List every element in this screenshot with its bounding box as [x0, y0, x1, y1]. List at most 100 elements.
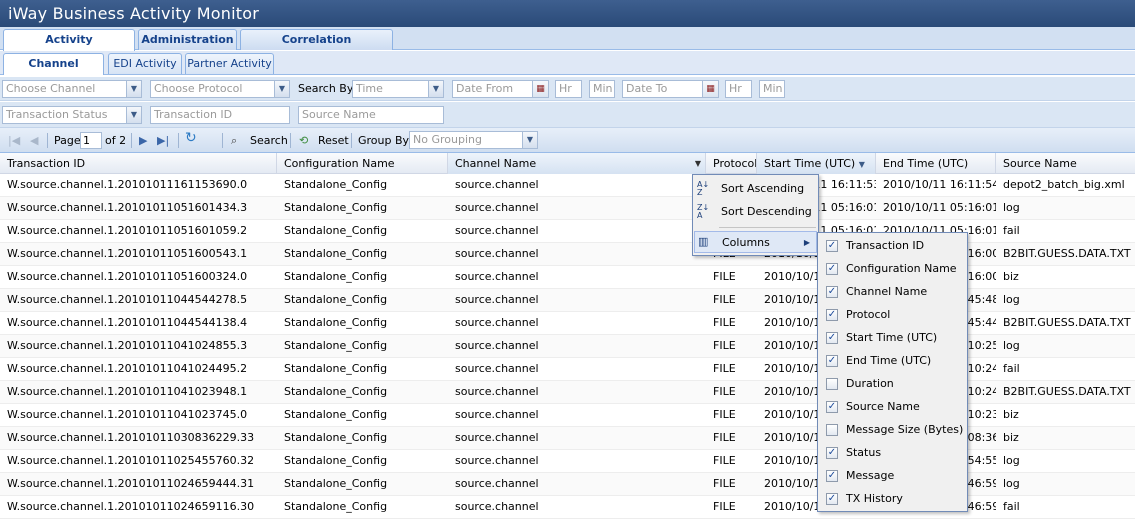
- chevron-down-icon[interactable]: ▼: [126, 107, 141, 123]
- column-header-channel-name[interactable]: Channel Name ▼: [448, 153, 706, 174]
- cell-transaction-id: W.source.channel.1.20101011161153690.0: [7, 178, 248, 191]
- tab-edi-activity[interactable]: EDI Activity: [108, 53, 182, 74]
- protocol-combo[interactable]: Choose Protocol ▼: [150, 80, 290, 98]
- column-menu-trigger-icon[interactable]: ▼: [695, 153, 701, 174]
- column-toggle-item[interactable]: ✓ Protocol: [818, 304, 967, 326]
- checkbox-checked-icon[interactable]: ✓: [826, 355, 838, 367]
- cell-transaction-id: W.source.channel.1.20101011030836229.33: [7, 431, 255, 444]
- column-toggle-item[interactable]: ✓ Configuration Name: [818, 258, 967, 280]
- date-from-field[interactable]: Date From ▦: [452, 80, 549, 98]
- transaction-status-combo[interactable]: Transaction Status ▼: [2, 106, 142, 124]
- first-page-icon[interactable]: |◀: [8, 132, 20, 149]
- cell-protocol: FILE: [713, 385, 736, 398]
- source-name-field[interactable]: Source Name: [298, 106, 444, 124]
- cell-transaction-id: W.source.channel.1.20101011051600543.1: [7, 247, 248, 260]
- refresh-icon[interactable]: ↻: [185, 130, 197, 147]
- column-toggle-item[interactable]: ✓ End Time (UTC): [818, 350, 967, 372]
- column-toggle-item[interactable]: ✓ Transaction ID: [818, 235, 967, 257]
- to-minute-field[interactable]: Min: [759, 80, 785, 98]
- column-header-start-time[interactable]: Start Time (UTC) ▼: [757, 153, 876, 174]
- binoculars-icon[interactable]: ⌕: [231, 132, 237, 149]
- toolbar-separator: [290, 133, 291, 148]
- tab-channel-activity[interactable]: Channel Activity: [3, 53, 104, 89]
- min-placeholder: Min: [593, 82, 613, 95]
- checkbox-checked-icon[interactable]: ✓: [826, 493, 838, 505]
- cell-channel-name: source.channel: [455, 247, 539, 260]
- column-toggle-item[interactable]: ✓ Source Name: [818, 396, 967, 418]
- chevron-down-icon[interactable]: ▼: [274, 81, 289, 97]
- cell-channel-name: source.channel: [455, 201, 539, 214]
- toolbar-separator: [351, 133, 352, 148]
- checkbox-checked-icon[interactable]: ✓: [826, 447, 838, 459]
- group-by-combo[interactable]: No Grouping ▼: [409, 131, 538, 149]
- checkbox-unchecked-icon[interactable]: [826, 424, 838, 436]
- reset-icon[interactable]: ⟲: [299, 132, 308, 149]
- column-toggle-item[interactable]: ✓ Status: [818, 442, 967, 464]
- date-to-field[interactable]: Date To ▦: [622, 80, 719, 98]
- tab-administration[interactable]: Administration: [138, 29, 237, 50]
- last-page-icon[interactable]: ▶|: [157, 132, 169, 149]
- group-by-label: Group By: [358, 134, 410, 147]
- column-toggle-item[interactable]: ✓ TX History: [818, 488, 967, 510]
- checkbox-checked-icon[interactable]: ✓: [826, 401, 838, 413]
- column-toggle-item[interactable]: ✓ Channel Name: [818, 281, 967, 303]
- from-hour-field[interactable]: Hr: [555, 80, 582, 98]
- cell-channel-name: source.channel: [455, 293, 539, 306]
- tab-partner-activity[interactable]: Partner Activity: [185, 53, 274, 74]
- calendar-icon[interactable]: ▦: [532, 81, 548, 97]
- column-header-configuration-name[interactable]: Configuration Name: [277, 153, 448, 174]
- search-by-combo[interactable]: Time ▼: [352, 80, 444, 98]
- cell-transaction-id: W.source.channel.1.20101011051601434.3: [7, 201, 248, 214]
- sort-descending-item[interactable]: Z↓ A Sort Descending: [693, 201, 818, 223]
- sort-descending-label: Sort Descending: [721, 205, 812, 218]
- checkbox-checked-icon[interactable]: ✓: [826, 240, 838, 252]
- transaction-id-field[interactable]: Transaction ID: [150, 106, 290, 124]
- column-toggle-label: Message: [846, 469, 895, 482]
- cell-source-name: biz: [1003, 270, 1019, 283]
- checkbox-checked-icon[interactable]: ✓: [826, 286, 838, 298]
- checkbox-checked-icon[interactable]: ✓: [826, 263, 838, 275]
- cell-transaction-id: W.source.channel.1.20101011024659444.31: [7, 477, 255, 490]
- columns-item[interactable]: ▥ Columns ▶: [694, 231, 817, 253]
- from-minute-field[interactable]: Min: [589, 80, 615, 98]
- column-header-source-name[interactable]: Source Name: [996, 153, 1135, 174]
- prev-page-icon[interactable]: ◀: [30, 132, 38, 149]
- tab-correlation-management[interactable]: Correlation Management: [240, 29, 393, 65]
- sub-tab-strip: Channel Activity EDI Activity Partner Ac…: [0, 51, 1135, 89]
- page-number-input[interactable]: 1: [80, 132, 102, 149]
- cell-configuration-name: Standalone_Config: [284, 339, 388, 352]
- next-page-icon[interactable]: ▶: [139, 132, 147, 149]
- cell-source-name: log: [1003, 201, 1020, 214]
- checkbox-checked-icon[interactable]: ✓: [826, 332, 838, 344]
- checkbox-checked-icon[interactable]: ✓: [826, 309, 838, 321]
- checkbox-unchecked-icon[interactable]: [826, 378, 838, 390]
- column-toggle-item[interactable]: ✓ Start Time (UTC): [818, 327, 967, 349]
- calendar-icon[interactable]: ▦: [702, 81, 718, 97]
- tab-activity-management[interactable]: Activity Management: [3, 29, 135, 65]
- chevron-down-icon[interactable]: ▼: [126, 81, 141, 97]
- column-header-channel-name-label: Channel Name: [455, 157, 537, 170]
- toolbar-separator: [222, 133, 223, 148]
- cell-transaction-id: W.source.channel.1.20101011025455760.32: [7, 454, 255, 467]
- table-row[interactable]: W.source.channel.1.20101011161153690.0 St…: [0, 174, 1135, 197]
- reset-button[interactable]: Reset: [318, 131, 349, 150]
- sort-ascending-item[interactable]: A↓ Z Sort Ascending: [693, 178, 818, 200]
- cell-source-name: biz: [1003, 431, 1019, 444]
- cell-source-name: depot2_batch_big.xml: [1003, 178, 1125, 191]
- column-header-end-time[interactable]: End Time (UTC): [876, 153, 996, 174]
- column-toggle-item[interactable]: ✓ Message: [818, 465, 967, 487]
- search-button[interactable]: Search: [250, 131, 288, 150]
- cell-protocol: FILE: [713, 431, 736, 444]
- table-row[interactable]: W.source.channel.1.20101011051601434.3 St…: [0, 197, 1135, 220]
- column-header-transaction-id[interactable]: Transaction ID: [0, 153, 277, 174]
- column-toggle-item[interactable]: Duration: [818, 373, 967, 395]
- chevron-down-icon[interactable]: ▼: [428, 81, 443, 97]
- cell-protocol: FILE: [713, 454, 736, 467]
- to-hour-field[interactable]: Hr: [725, 80, 752, 98]
- checkbox-checked-icon[interactable]: ✓: [826, 470, 838, 482]
- chevron-down-icon[interactable]: ▼: [522, 132, 537, 148]
- channel-combo[interactable]: Choose Channel ▼: [2, 80, 142, 98]
- cell-source-name: B2BIT.GUESS.DATA.TXT: [1003, 247, 1131, 260]
- column-header-protocol[interactable]: Protocol: [706, 153, 757, 174]
- column-toggle-item[interactable]: Message Size (Bytes): [818, 419, 967, 441]
